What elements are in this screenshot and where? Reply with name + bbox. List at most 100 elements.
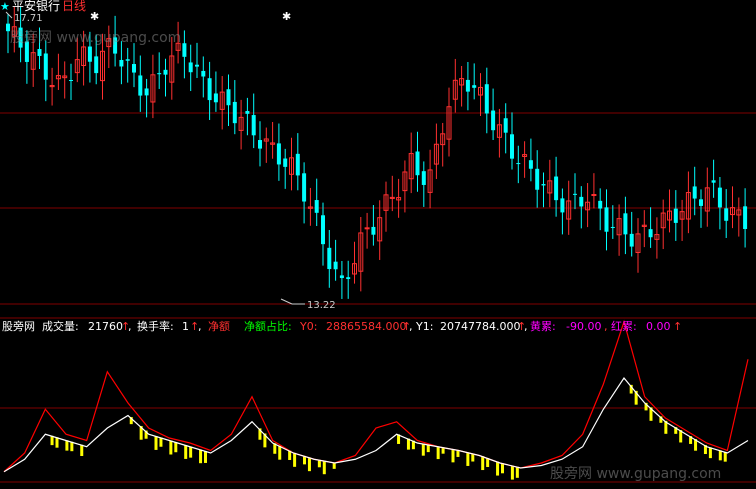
- chart-background: [0, 0, 756, 489]
- candle-body: [69, 79, 73, 81]
- yellow-cum-value: -90.00: [566, 320, 601, 333]
- yellow-bar: [80, 444, 84, 457]
- yellow-bar: [189, 446, 193, 458]
- candle-body: [302, 173, 307, 202]
- candle-body: [541, 184, 546, 186]
- net-label: 净额: [208, 319, 230, 333]
- watermark-top: 股旁网 www.gupang.com: [10, 29, 181, 46]
- candle-body: [415, 151, 420, 176]
- candle-body: [163, 69, 168, 75]
- yellow-bar: [293, 452, 297, 467]
- yellow-bar: [278, 445, 282, 460]
- yellow-bar: [723, 451, 727, 462]
- indicator-bar: 股旁网 成交量: 21760 ↑ , 换手率: 1 ↑ , 净额 净额占比: Y…: [2, 319, 682, 333]
- candle-body: [144, 88, 149, 96]
- candle-body: [94, 56, 99, 74]
- site-label: 股旁网: [2, 319, 35, 333]
- high-marker: 17.71: [14, 13, 43, 24]
- candle-body: [125, 59, 130, 61]
- candle-body: [573, 193, 577, 195]
- candle-body: [579, 196, 584, 207]
- candle-body: [207, 78, 212, 101]
- candle-body: [371, 226, 376, 235]
- candle-body: [610, 226, 615, 228]
- candle-body: [465, 79, 470, 92]
- candle-body: [87, 46, 92, 62]
- candle-body: [699, 199, 703, 206]
- candle-body: [245, 111, 250, 114]
- candle-body: [673, 208, 678, 223]
- star-marker-2: ✱: [282, 10, 291, 23]
- candle-body: [195, 64, 199, 67]
- candle-body: [629, 233, 634, 247]
- candle-body: [339, 275, 344, 279]
- y0-value: 28865584.000: [326, 320, 406, 333]
- yellow-bar: [501, 463, 504, 474]
- yellow-bar: [70, 441, 74, 452]
- candle-body: [138, 75, 143, 96]
- candle-body: [711, 180, 716, 183]
- candle-body: [226, 89, 231, 106]
- candle-body: [421, 171, 426, 185]
- candle-body: [528, 160, 533, 169]
- candle-body: [251, 115, 256, 136]
- candle-body: [333, 261, 338, 270]
- yellow-bar: [481, 456, 485, 471]
- red-cum-arrow: ↑: [673, 320, 682, 333]
- watermark-bottom: 股旁网 www.gupang.com: [550, 465, 721, 482]
- yellow-bar: [65, 440, 69, 451]
- yellow-cum-label: 黄累:: [530, 319, 556, 333]
- yellow-bar: [515, 466, 519, 478]
- svg-text:,: ,: [128, 320, 132, 333]
- y1-label: Y1:: [415, 320, 433, 333]
- net-ratio-label: 净额占比:: [244, 319, 292, 333]
- candle-body: [43, 53, 48, 80]
- yellow-bar: [718, 450, 722, 461]
- yellow-bar: [332, 462, 336, 469]
- red-cum-value: 0.00: [646, 320, 671, 333]
- svg-text:,: ,: [604, 320, 608, 333]
- yellow-bar: [421, 443, 425, 456]
- candle-body: [516, 163, 521, 165]
- candle-body: [472, 85, 477, 88]
- yellow-bar: [322, 460, 326, 475]
- candle-body: [554, 176, 559, 201]
- yellow-bar: [496, 461, 500, 476]
- yellow-bar: [204, 450, 207, 463]
- candle-body: [560, 198, 565, 213]
- candle-body: [283, 158, 288, 167]
- candle-body: [623, 213, 628, 235]
- candle-body: [717, 187, 722, 208]
- candle-body: [182, 43, 187, 57]
- candle-body: [201, 70, 206, 77]
- candle-body: [503, 118, 508, 133]
- stock-name: 平安银行: [12, 0, 60, 13]
- candle-body: [743, 206, 748, 229]
- star-icon: ★: [0, 0, 10, 13]
- candle-body: [314, 200, 319, 213]
- volume-label: 成交量:: [42, 319, 79, 333]
- candle-body: [604, 207, 609, 232]
- candle-body: [232, 101, 237, 124]
- yellow-bar: [169, 440, 173, 455]
- yellow-bar: [708, 447, 712, 459]
- candle-body: [321, 215, 325, 245]
- candle-body: [346, 277, 351, 280]
- candle-body: [119, 59, 124, 67]
- svg-text:,: ,: [198, 320, 202, 333]
- candle-body: [692, 186, 697, 199]
- svg-text:,: ,: [409, 320, 413, 333]
- yellow-bar: [451, 449, 455, 463]
- svg-text:,: ,: [524, 320, 528, 333]
- candle-body: [491, 110, 496, 131]
- star-marker-1: ✱: [90, 10, 99, 23]
- candle-body: [484, 84, 489, 114]
- candle-body: [37, 49, 42, 56]
- candle-body: [276, 143, 281, 165]
- yellow-bar: [466, 452, 470, 466]
- candle-body: [535, 168, 540, 190]
- yellow-bar: [199, 449, 203, 464]
- red-cum-label: 红累:: [611, 320, 637, 333]
- candle-body: [648, 229, 653, 238]
- stock-chart: ★ 平安银行 日线 ✱ ✱ 17.71 13.22 股旁网 www.gupang…: [0, 0, 756, 489]
